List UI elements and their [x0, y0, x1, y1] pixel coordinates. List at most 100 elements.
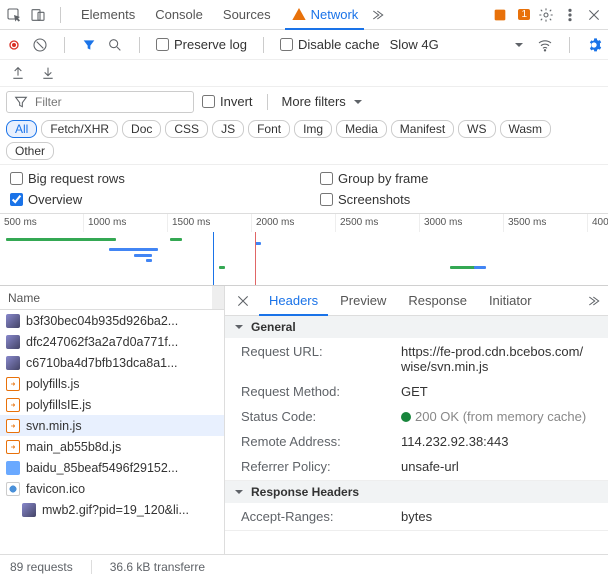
tab-initiator[interactable]: Initiator [479, 286, 542, 315]
settings-gear-icon[interactable] [586, 37, 602, 53]
screenshots-checkbox[interactable]: Screenshots [320, 192, 598, 207]
filter-bar: Invert More filters [0, 86, 608, 116]
issues-icon[interactable] [492, 7, 508, 23]
preserve-log-label: Preserve log [174, 37, 247, 52]
tab-sources[interactable]: Sources [217, 0, 277, 29]
referrer-policy-value: unsafe-url [401, 459, 592, 474]
big-rows-checkbox[interactable]: Big request rows [10, 171, 310, 186]
overview-checkbox[interactable]: Overview [10, 192, 310, 207]
tab-preview[interactable]: Preview [330, 286, 396, 315]
response-headers-section: Response Headers Accept-Ranges: bytes [225, 481, 608, 531]
request-method-value: GET [401, 384, 592, 399]
status-code-value: 200 OK (from memory cache) [401, 409, 592, 424]
chip-fetchxhr[interactable]: Fetch/XHR [41, 120, 118, 138]
close-details-icon[interactable] [229, 293, 257, 309]
tab-elements[interactable]: Elements [75, 0, 141, 29]
throttle-caret-icon[interactable] [511, 37, 527, 53]
chip-font[interactable]: Font [248, 120, 290, 138]
request-name: baidu_85beaf5496f29152... [26, 461, 178, 475]
request-row[interactable]: favicon.ico [0, 478, 224, 499]
request-row[interactable]: polyfillsIE.js [0, 394, 224, 415]
timeline-tick: 400 [588, 214, 608, 232]
request-count: 89 requests [10, 560, 73, 574]
tab-console[interactable]: Console [149, 0, 209, 29]
overview-label: Overview [28, 192, 82, 207]
general-section: General Request URL: https://fe-prod.cdn… [225, 316, 608, 481]
search-icon[interactable] [107, 37, 123, 53]
chip-other[interactable]: Other [6, 142, 54, 160]
download-icon[interactable] [40, 65, 56, 81]
upload-icon[interactable] [10, 65, 26, 81]
remote-address-value: 114.232.92.38:443 [401, 434, 592, 449]
timeline-tick: 1000 ms [84, 214, 168, 232]
filter-toggle-icon[interactable] [81, 37, 97, 53]
image-icon [6, 356, 20, 370]
chip-js[interactable]: JS [212, 120, 244, 138]
network-conditions-icon[interactable] [537, 37, 553, 53]
caret-down-icon [350, 94, 366, 110]
request-row[interactable]: mwb2.gif?pid=19_120&li... [0, 499, 224, 520]
request-row[interactable]: baidu_85beaf5496f29152... [0, 457, 224, 478]
preserve-log-checkbox[interactable]: Preserve log [156, 37, 247, 52]
filter-input[interactable] [35, 95, 190, 109]
request-row[interactable]: b3f30bec04b935d926ba2... [0, 310, 224, 331]
timeline-tick: 2000 ms [252, 214, 336, 232]
more-tabs-icon[interactable] [372, 7, 388, 23]
response-headers-title: Response Headers [251, 485, 359, 499]
disable-cache-label: Disable cache [298, 37, 380, 52]
chip-manifest[interactable]: Manifest [391, 120, 454, 138]
timeline-tick: 3500 ms [504, 214, 588, 232]
disable-cache-checkbox[interactable]: Disable cache [280, 37, 380, 52]
gear-icon[interactable] [538, 7, 554, 23]
filter-input-wrapper[interactable] [6, 91, 194, 113]
chip-media[interactable]: Media [336, 120, 387, 138]
accept-ranges-value: bytes [401, 509, 592, 524]
device-toggle-icon[interactable] [30, 7, 46, 23]
timeline-tick: 500 ms [0, 214, 84, 232]
timeline-marker [255, 232, 256, 285]
request-row[interactable]: main_ab55b8d.js [0, 436, 224, 457]
script-icon [6, 377, 20, 391]
screenshots-label: Screenshots [338, 192, 410, 207]
response-headers-header[interactable]: Response Headers [225, 481, 608, 503]
overview-timeline[interactable]: 500 ms1000 ms1500 ms2000 ms2500 ms3000 m… [0, 214, 608, 286]
name-column-header[interactable]: Name [0, 286, 224, 310]
inspect-icon[interactable] [6, 7, 22, 23]
kebab-icon[interactable] [562, 7, 578, 23]
timeline-marker [213, 232, 214, 285]
tab-response[interactable]: Response [398, 286, 477, 315]
chip-all[interactable]: All [6, 120, 37, 138]
image-icon [6, 314, 20, 328]
general-section-header[interactable]: General [225, 316, 608, 338]
request-url-key: Request URL: [241, 344, 401, 374]
request-name: favicon.ico [26, 482, 85, 496]
request-row[interactable]: dfc247062f3a2a7d0a771f... [0, 331, 224, 352]
request-name: mwb2.gif?pid=19_120&li... [42, 503, 189, 517]
favicon-icon [6, 482, 20, 496]
chip-wasm[interactable]: Wasm [500, 120, 552, 138]
tab-headers[interactable]: Headers [259, 287, 328, 316]
record-icon[interactable] [6, 37, 22, 53]
chip-doc[interactable]: Doc [122, 120, 161, 138]
clear-icon[interactable] [32, 37, 48, 53]
more-detail-tabs-icon[interactable] [588, 293, 604, 309]
request-name: c6710ba4d7bfb13dca8a1... [26, 356, 178, 370]
request-row[interactable]: svn.min.js [0, 415, 224, 436]
request-method-key: Request Method: [241, 384, 401, 399]
group-frame-checkbox[interactable]: Group by frame [320, 171, 598, 186]
more-filters-dropdown[interactable]: More filters [282, 94, 366, 110]
chip-img[interactable]: Img [294, 120, 332, 138]
chip-ws[interactable]: WS [458, 120, 495, 138]
disclosure-triangle-icon [231, 484, 247, 500]
request-row[interactable]: c6710ba4d7bfb13dca8a1... [0, 352, 224, 373]
accept-ranges-key: Accept-Ranges: [241, 509, 401, 524]
chip-css[interactable]: CSS [165, 120, 208, 138]
invert-checkbox[interactable]: Invert [202, 94, 253, 109]
close-icon[interactable] [586, 7, 602, 23]
throttle-select[interactable]: Slow 4G [390, 37, 439, 52]
disclosure-triangle-icon [231, 319, 247, 335]
timeline-bar [134, 254, 152, 257]
invert-label: Invert [220, 94, 253, 109]
tab-network[interactable]: Network [285, 1, 365, 30]
request-row[interactable]: polyfills.js [0, 373, 224, 394]
